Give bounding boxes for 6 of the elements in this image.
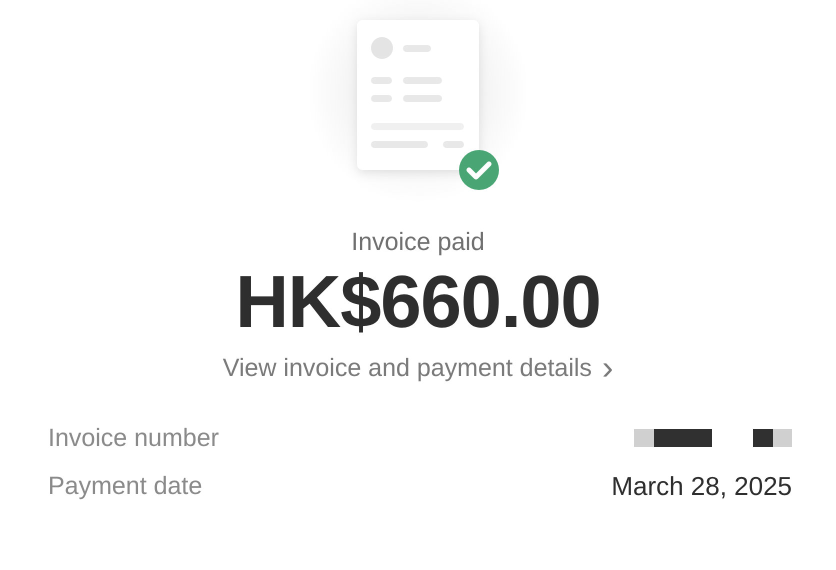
amount: HK$660.00	[235, 259, 601, 344]
row-label: Payment date	[48, 472, 202, 500]
status-label: Invoice paid	[351, 228, 485, 257]
invoice-details-link[interactable]: View invoice and payment details ›	[222, 354, 614, 383]
row-label: Invoice number	[48, 424, 219, 452]
row-value: March 28, 2025	[611, 470, 792, 502]
